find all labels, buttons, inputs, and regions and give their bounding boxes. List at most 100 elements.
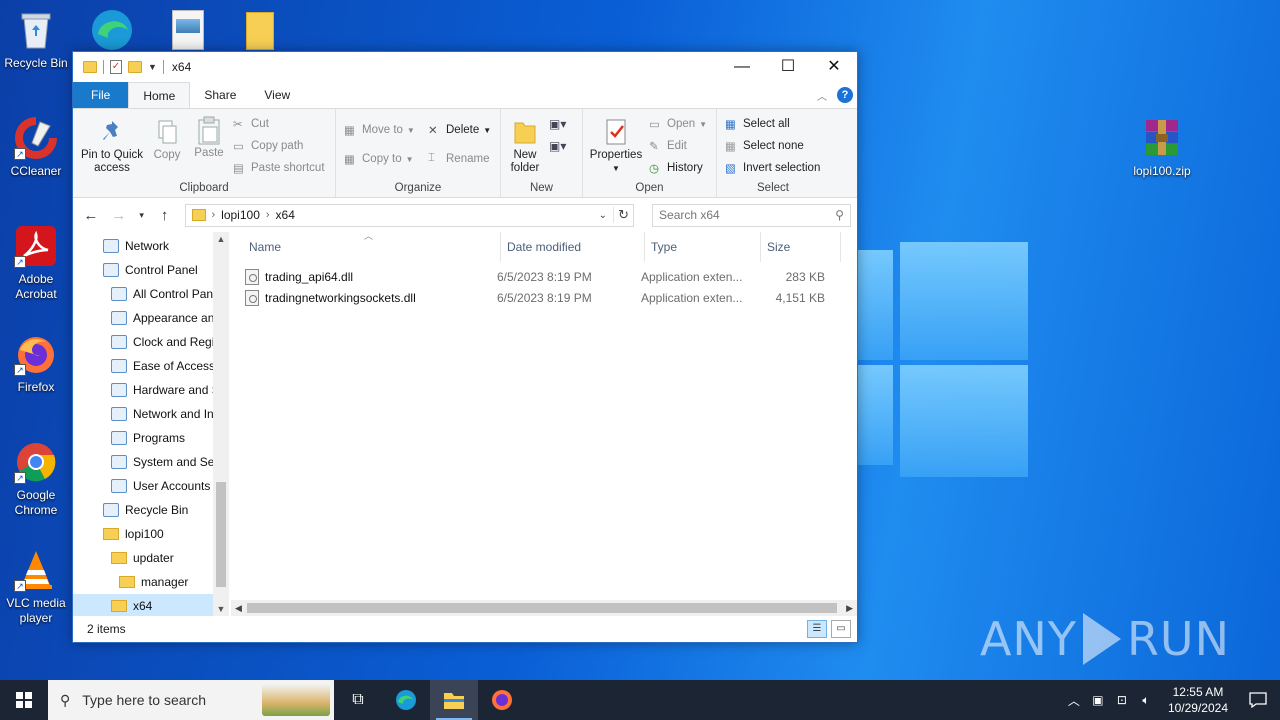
scroll-right-icon[interactable]: ▶ — [846, 603, 853, 614]
scrollbar-thumb[interactable] — [216, 482, 226, 587]
nav-item[interactable]: x64 — [73, 594, 229, 616]
scroll-left-icon[interactable]: ◀ — [235, 603, 242, 614]
address-dropdown-icon[interactable]: ⌄ — [599, 210, 607, 221]
scrollbar-thumb[interactable] — [247, 603, 837, 613]
scroll-down-icon[interactable]: ▼ — [213, 604, 229, 614]
collapse-ribbon-icon[interactable]: ︿ — [817, 88, 827, 103]
new-item-icon[interactable]: ▣▾ — [549, 117, 566, 131]
new-folder-icon — [511, 117, 539, 147]
taskbar-file-explorer[interactable] — [430, 680, 478, 720]
select-none-button[interactable]: ▦ Select none — [725, 139, 804, 153]
rename-button[interactable]: ⌶ Rename — [428, 152, 489, 166]
minimize-button[interactable]: — — [719, 52, 765, 82]
nav-item[interactable]: Recycle Bin — [73, 498, 229, 522]
column-date-modified[interactable]: Date modified — [501, 232, 645, 262]
close-button[interactable]: ✕ — [811, 52, 857, 82]
details-view-button[interactable]: ☰ — [807, 620, 827, 638]
move-to-button[interactable]: ▦ Move to ▼ — [344, 123, 415, 137]
desktop-icon-lopi100-zip[interactable]: lopi100.zip — [1124, 116, 1200, 179]
nav-item[interactable]: User Accounts — [73, 474, 229, 498]
title-bar[interactable]: ✓ ▼ x64 — ☐ ✕ — [73, 52, 857, 82]
desktop-icon-folder[interactable] — [246, 12, 274, 50]
file-row[interactable]: tradingnetworkingsockets.dll 6/5/2023 8:1… — [229, 287, 857, 308]
copy-path-button[interactable]: ▭ Copy path — [233, 139, 303, 153]
taskbar-edge[interactable] — [382, 680, 430, 720]
new-folder-icon[interactable] — [128, 61, 142, 73]
nav-item[interactable]: updater — [73, 546, 229, 570]
column-size[interactable]: Size — [761, 232, 841, 262]
desktop-icon-adobe-acrobat[interactable]: ↗ Adobe Acrobat — [0, 224, 74, 302]
up-button[interactable]: ↑ — [153, 207, 177, 224]
pin-to-quick-access-button[interactable]: Pin to Quick access — [79, 117, 145, 175]
breadcrumb-x64[interactable]: x64 — [276, 208, 295, 222]
maximize-button[interactable]: ☐ — [765, 52, 811, 82]
tab-file[interactable]: File — [73, 82, 129, 108]
new-folder-button[interactable]: New folder — [507, 117, 543, 175]
nav-item[interactable]: Appearance and Personalization — [73, 306, 229, 330]
nav-item[interactable]: Network — [73, 234, 229, 258]
nav-item[interactable]: Ease of Access — [73, 354, 229, 378]
task-view-button[interactable]: ⧉ — [334, 680, 382, 720]
recent-locations-button[interactable]: ▾ — [135, 210, 149, 221]
notification-center-button[interactable] — [1236, 692, 1280, 708]
delete-button[interactable]: ✕ Delete ▼ — [428, 123, 491, 137]
history-button[interactable]: ◷ History — [649, 161, 703, 175]
breadcrumb-lopi100[interactable]: lopi100 — [221, 208, 260, 222]
meet-now-icon[interactable]: ▣ — [1086, 693, 1110, 707]
nav-item[interactable]: System and Security — [73, 450, 229, 474]
file-row[interactable]: trading_api64.dll 6/5/2023 8:19 PM Applica… — [229, 266, 857, 287]
address-bar[interactable]: › lopi100 › x64 ⌄ ↻ — [184, 203, 635, 227]
desktop-icon-recycle-bin[interactable]: Recycle Bin — [0, 8, 74, 71]
clock[interactable]: 12:55 AM 10/29/2024 — [1168, 684, 1228, 716]
start-button[interactable] — [0, 680, 48, 720]
desktop-icon-firefox[interactable]: ↗ Firefox — [0, 332, 74, 395]
copy-to-button[interactable]: ▦ Copy to ▼ — [344, 152, 414, 166]
invert-selection-button[interactable]: ▧ Invert selection — [725, 161, 820, 175]
invert-selection-icon: ▧ — [725, 163, 736, 175]
desktop-icon-edge[interactable] — [88, 4, 136, 50]
back-button[interactable]: ← — [79, 207, 103, 224]
nav-item[interactable]: lopi100 — [73, 522, 229, 546]
properties-icon[interactable]: ✓ — [110, 60, 122, 74]
volume-icon[interactable]: 🔈︎ — [1134, 693, 1158, 708]
refresh-button[interactable]: ↻ — [613, 207, 633, 223]
large-icons-view-button[interactable]: ▭ — [831, 620, 851, 638]
quick-access-toolbar: ✓ ▼ — [83, 60, 164, 74]
network-icon[interactable]: ⊡ — [1110, 693, 1134, 707]
copy-button[interactable]: Copy — [147, 117, 187, 162]
folder-icon — [119, 576, 135, 588]
help-icon[interactable]: ? — [837, 87, 853, 103]
select-all-button[interactable]: ▦ Select all — [725, 117, 790, 131]
nav-item[interactable]: Control Panel — [73, 258, 229, 282]
easy-access-icon[interactable]: ▣▾ — [549, 139, 566, 153]
desktop-icon-vlc[interactable]: ↗ VLC media player — [0, 548, 74, 626]
column-type[interactable]: Type — [645, 232, 761, 262]
tab-view[interactable]: View — [250, 82, 304, 108]
nav-item[interactable]: All Control Panel Items — [73, 282, 229, 306]
nav-item[interactable]: Network and Internet — [73, 402, 229, 426]
tab-share[interactable]: Share — [190, 82, 250, 108]
nav-item[interactable]: Clock and Region — [73, 330, 229, 354]
paste-shortcut-button[interactable]: ▤ Paste shortcut — [233, 161, 325, 175]
taskbar-search-box[interactable]: ⚲ Type here to search — [48, 680, 334, 720]
search-input[interactable]: Search x64 ⚲ — [652, 203, 851, 227]
paste-button[interactable]: Paste — [189, 115, 229, 160]
properties-button[interactable]: Properties ▼ — [587, 117, 645, 175]
horizontal-scrollbar[interactable]: ◀ ▶ — [231, 600, 857, 616]
edit-button[interactable]: ✎ Edit — [649, 139, 687, 153]
desktop-icon-google-chrome[interactable]: ↗ Google Chrome — [0, 440, 74, 518]
nav-scrollbar[interactable]: ▲ ▼ — [213, 232, 229, 616]
desktop-icon-image-file[interactable] — [172, 10, 204, 50]
scroll-up-icon[interactable]: ▲ — [213, 234, 229, 244]
nav-item[interactable]: manager — [73, 570, 229, 594]
taskbar-firefox[interactable] — [478, 680, 526, 720]
customize-toolbar-icon[interactable]: ▼ — [148, 62, 157, 72]
show-hidden-icons-button[interactable]: ︿ — [1062, 692, 1086, 709]
desktop-icon-ccleaner[interactable]: ↗ CCleaner — [0, 116, 74, 179]
nav-item[interactable]: Programs — [73, 426, 229, 450]
nav-item[interactable]: Hardware and Sound — [73, 378, 229, 402]
forward-button[interactable]: → — [107, 207, 131, 224]
tab-home[interactable]: Home — [128, 82, 191, 108]
cut-button[interactable]: ✂ Cut — [233, 117, 269, 131]
open-button[interactable]: ▭ Open ▼ — [649, 117, 707, 131]
